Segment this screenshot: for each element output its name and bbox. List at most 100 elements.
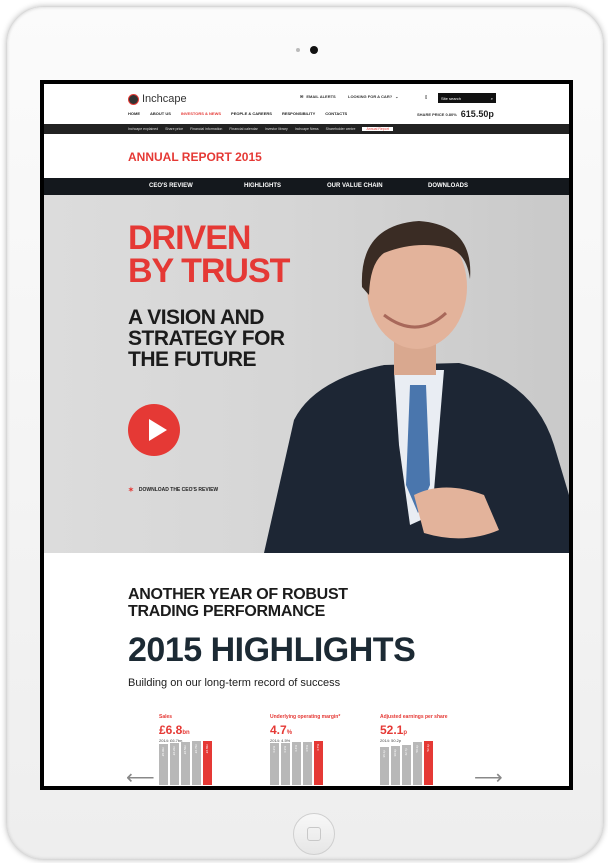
- logo-icon: [128, 93, 139, 105]
- bar-label: 39.9p: [393, 749, 397, 757]
- bar-label: 42.7p: [404, 748, 408, 756]
- bar: 4.7%: [314, 741, 323, 785]
- bar: 4.5%: [303, 742, 312, 785]
- highlights-tagline: Building on our long-term record of succ…: [128, 677, 341, 689]
- subnav-item[interactable]: Financial calendar: [229, 127, 257, 131]
- bar-label: £6.7bn: [194, 744, 198, 754]
- eps-bar-chart: 36.1p 39.9p 42.7p 50.2p 52.1p: [380, 739, 440, 785]
- bar-label: £6.8bn: [205, 744, 209, 754]
- bar: £6.5bn: [181, 742, 190, 785]
- logo-text: Inchcape: [142, 93, 187, 105]
- subnav-item[interactable]: Share price: [165, 127, 183, 131]
- bar-label: 4.2%: [272, 746, 276, 753]
- metric-value: 52.1: [380, 723, 404, 737]
- margin-bar-chart: 4.2% 4.3% 4.4% 4.5% 4.7%: [270, 739, 330, 785]
- bar-label: 4.7%: [316, 744, 320, 751]
- hero-subhead-line1: A VISION AND: [128, 306, 264, 329]
- main-nav: HOME ABOUT US INVESTORS & NEWS PEOPLE & …: [128, 111, 347, 116]
- sub-nav: Inchcape explained Share price Financial…: [44, 124, 569, 134]
- email-alerts-label: EMAIL ALERTS: [306, 94, 336, 99]
- car-dropdown[interactable]: LOOKING FOR A CAR? ⌄: [348, 94, 399, 99]
- nav-item-investors[interactable]: INVESTORS & NEWS: [181, 111, 221, 116]
- envelope-icon: ✉: [300, 94, 304, 99]
- bar: 4.4%: [292, 742, 301, 785]
- ceo-photo: [264, 221, 569, 553]
- front-camera: [310, 46, 318, 54]
- metric-label: Sales: [159, 714, 173, 720]
- nav-item-careers[interactable]: PEOPLE & CAREERS: [231, 111, 272, 116]
- carousel-prev-arrow[interactable]: ⟵: [126, 765, 155, 786]
- car-dropdown-label: LOOKING FOR A CAR?: [348, 94, 393, 99]
- nav-item-responsibility[interactable]: RESPONSIBILITY: [282, 111, 315, 116]
- bar: 39.9p: [391, 746, 400, 785]
- play-video-button[interactable]: [128, 404, 180, 456]
- bar: £5.9bn: [159, 744, 168, 785]
- web-page: Inchcape ✉ EMAIL ALERTS LOOKING FOR A CA…: [44, 84, 569, 786]
- annual-report-title: ANNUAL REPORT 2015: [128, 150, 262, 164]
- metric-unit: bn: [182, 730, 190, 736]
- chevron-down-icon: ⌄: [395, 94, 399, 99]
- bar-label: £5.9bn: [161, 747, 165, 757]
- home-square-icon: [307, 827, 321, 841]
- share-price-value: 615.50p: [460, 109, 494, 119]
- bar-label: £6.5bn: [183, 745, 187, 755]
- hero-banner: DRIVEN BY TRUST A VISION AND STRATEGY FO…: [44, 195, 569, 553]
- bar: 50.2p: [413, 742, 422, 785]
- tablet-screen: Inchcape ✉ EMAIL ALERTS LOOKING FOR A CA…: [40, 80, 573, 790]
- home-button[interactable]: [293, 813, 335, 855]
- subnav-item[interactable]: Investor library: [265, 127, 288, 131]
- subnav-item[interactable]: Inchcape News: [295, 127, 319, 131]
- tab-value-chain[interactable]: OUR VALUE CHAIN: [327, 183, 383, 189]
- bar: £6.8bn: [203, 741, 212, 785]
- bar: £6.2bn: [170, 743, 179, 785]
- download-ceo-review-label: DOWNLOAD THE CEO'S REVIEW: [138, 487, 219, 493]
- metric-unit: p: [403, 730, 408, 736]
- bar: 4.3%: [281, 743, 290, 785]
- hero-headline-line1: DRIVEN: [128, 219, 251, 257]
- play-icon: [149, 419, 167, 441]
- download-ceo-review-link[interactable]: ✶ DOWNLOAD THE CEO'S REVIEW: [128, 486, 218, 494]
- bar-label: 4.3%: [283, 746, 287, 753]
- star-icon: ✶: [128, 487, 134, 494]
- tab-highlights[interactable]: HIGHLIGHTS: [244, 183, 281, 189]
- bar-label: 36.1p: [382, 750, 386, 758]
- search-input[interactable]: Site search ⌕: [438, 93, 496, 103]
- highlights-title: 2015 HIGHLIGHTS: [128, 631, 416, 669]
- subnav-item[interactable]: Financial information: [190, 127, 222, 131]
- metric-value: 4.7: [270, 723, 287, 737]
- share-price: SHARE PRICE 0.80% 615.50p: [417, 109, 494, 119]
- metric-label: Adjusted earnings per share: [380, 714, 448, 720]
- sales-bar-chart: £5.9bn £6.2bn £6.5bn £6.7bn £6.8bn: [159, 739, 219, 785]
- carousel-next-arrow[interactable]: ⟶: [474, 765, 503, 786]
- tab-ceo-review[interactable]: CEO'S REVIEW: [149, 183, 193, 189]
- highlights-section: ANOTHER YEAR OF ROBUST TRADING PERFORMAN…: [44, 553, 569, 786]
- search-placeholder: Site search: [441, 95, 462, 101]
- bar-label: £6.2bn: [172, 746, 176, 756]
- mobile-icon[interactable]: ▯: [425, 94, 427, 99]
- bar: £6.7bn: [192, 741, 201, 785]
- email-alerts-link[interactable]: ✉ EMAIL ALERTS: [300, 94, 336, 99]
- bar-label: 4.5%: [305, 745, 309, 752]
- nav-item-about[interactable]: ABOUT US: [150, 111, 171, 116]
- metric-label: Underlying operating margin*: [270, 714, 341, 720]
- subnav-item[interactable]: Inchcape explained: [128, 127, 158, 131]
- subnav-item[interactable]: Shareholder centre: [326, 127, 356, 131]
- highlights-intro-line1: ANOTHER YEAR OF ROBUST: [128, 586, 348, 603]
- share-price-label: SHARE PRICE 0.80%: [417, 111, 457, 117]
- subnav-item-annual-report[interactable]: Annual Report: [362, 127, 393, 131]
- bar: 4.2%: [270, 743, 279, 785]
- tab-downloads[interactable]: DOWNLOADS: [428, 183, 468, 189]
- bar-label: 52.1p: [426, 744, 430, 752]
- bar: 36.1p: [380, 747, 389, 785]
- bar-label: 4.4%: [294, 745, 298, 752]
- metric-value: £6.8: [159, 723, 183, 737]
- metric-unit: %: [286, 730, 293, 736]
- search-icon[interactable]: ⌕: [491, 96, 493, 101]
- sensor: [296, 48, 300, 52]
- site-header: Inchcape ✉ EMAIL ALERTS LOOKING FOR A CA…: [44, 84, 569, 122]
- hero-subhead-line2: STRATEGY FOR: [128, 327, 285, 350]
- nav-item-home[interactable]: HOME: [128, 111, 140, 116]
- bar-label: 50.2p: [415, 745, 419, 753]
- nav-item-contacts[interactable]: CONTACTS: [325, 111, 347, 116]
- inchcape-logo[interactable]: Inchcape: [128, 93, 187, 105]
